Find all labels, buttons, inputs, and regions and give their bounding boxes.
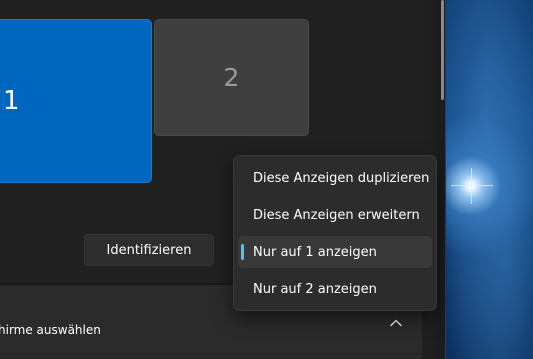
- setting-row-label: hirme auswählen: [0, 323, 101, 337]
- star-glow: [471, 168, 472, 204]
- identify-button[interactable]: Identifizieren: [84, 234, 214, 266]
- chevron-up-icon[interactable]: [389, 316, 403, 330]
- menu-item-label: Nur auf 2 anzeigen: [253, 281, 377, 297]
- monitor-number: 2: [223, 63, 240, 92]
- desktop-wallpaper: [446, 0, 533, 359]
- multiple-displays-dropdown-menu: Diese Anzeigen duplizieren Diese Anzeige…: [233, 155, 437, 311]
- screen: 1 2 Identifizieren hirme auswählen Diese…: [0, 0, 533, 359]
- row-divider: [0, 353, 422, 354]
- menu-item-extend[interactable]: Diese Anzeigen erweitern: [238, 199, 432, 231]
- menu-item-label: Diese Anzeigen duplizieren: [253, 170, 430, 186]
- menu-item-only-1[interactable]: Nur auf 1 anzeigen: [238, 236, 432, 268]
- menu-item-label: Diese Anzeigen erweitern: [253, 207, 420, 223]
- monitor-2-tile[interactable]: 2: [154, 19, 309, 136]
- monitor-1-tile[interactable]: 1: [0, 19, 152, 183]
- monitor-number: 1: [3, 86, 20, 116]
- menu-item-duplicate[interactable]: Diese Anzeigen duplizieren: [238, 162, 432, 194]
- scrollbar-thumb[interactable]: [441, 0, 444, 100]
- menu-item-label: Nur auf 1 anzeigen: [253, 244, 377, 260]
- selection-indicator: [241, 244, 244, 260]
- star-glow: [451, 185, 493, 186]
- menu-item-only-2[interactable]: Nur auf 2 anzeigen: [238, 273, 432, 305]
